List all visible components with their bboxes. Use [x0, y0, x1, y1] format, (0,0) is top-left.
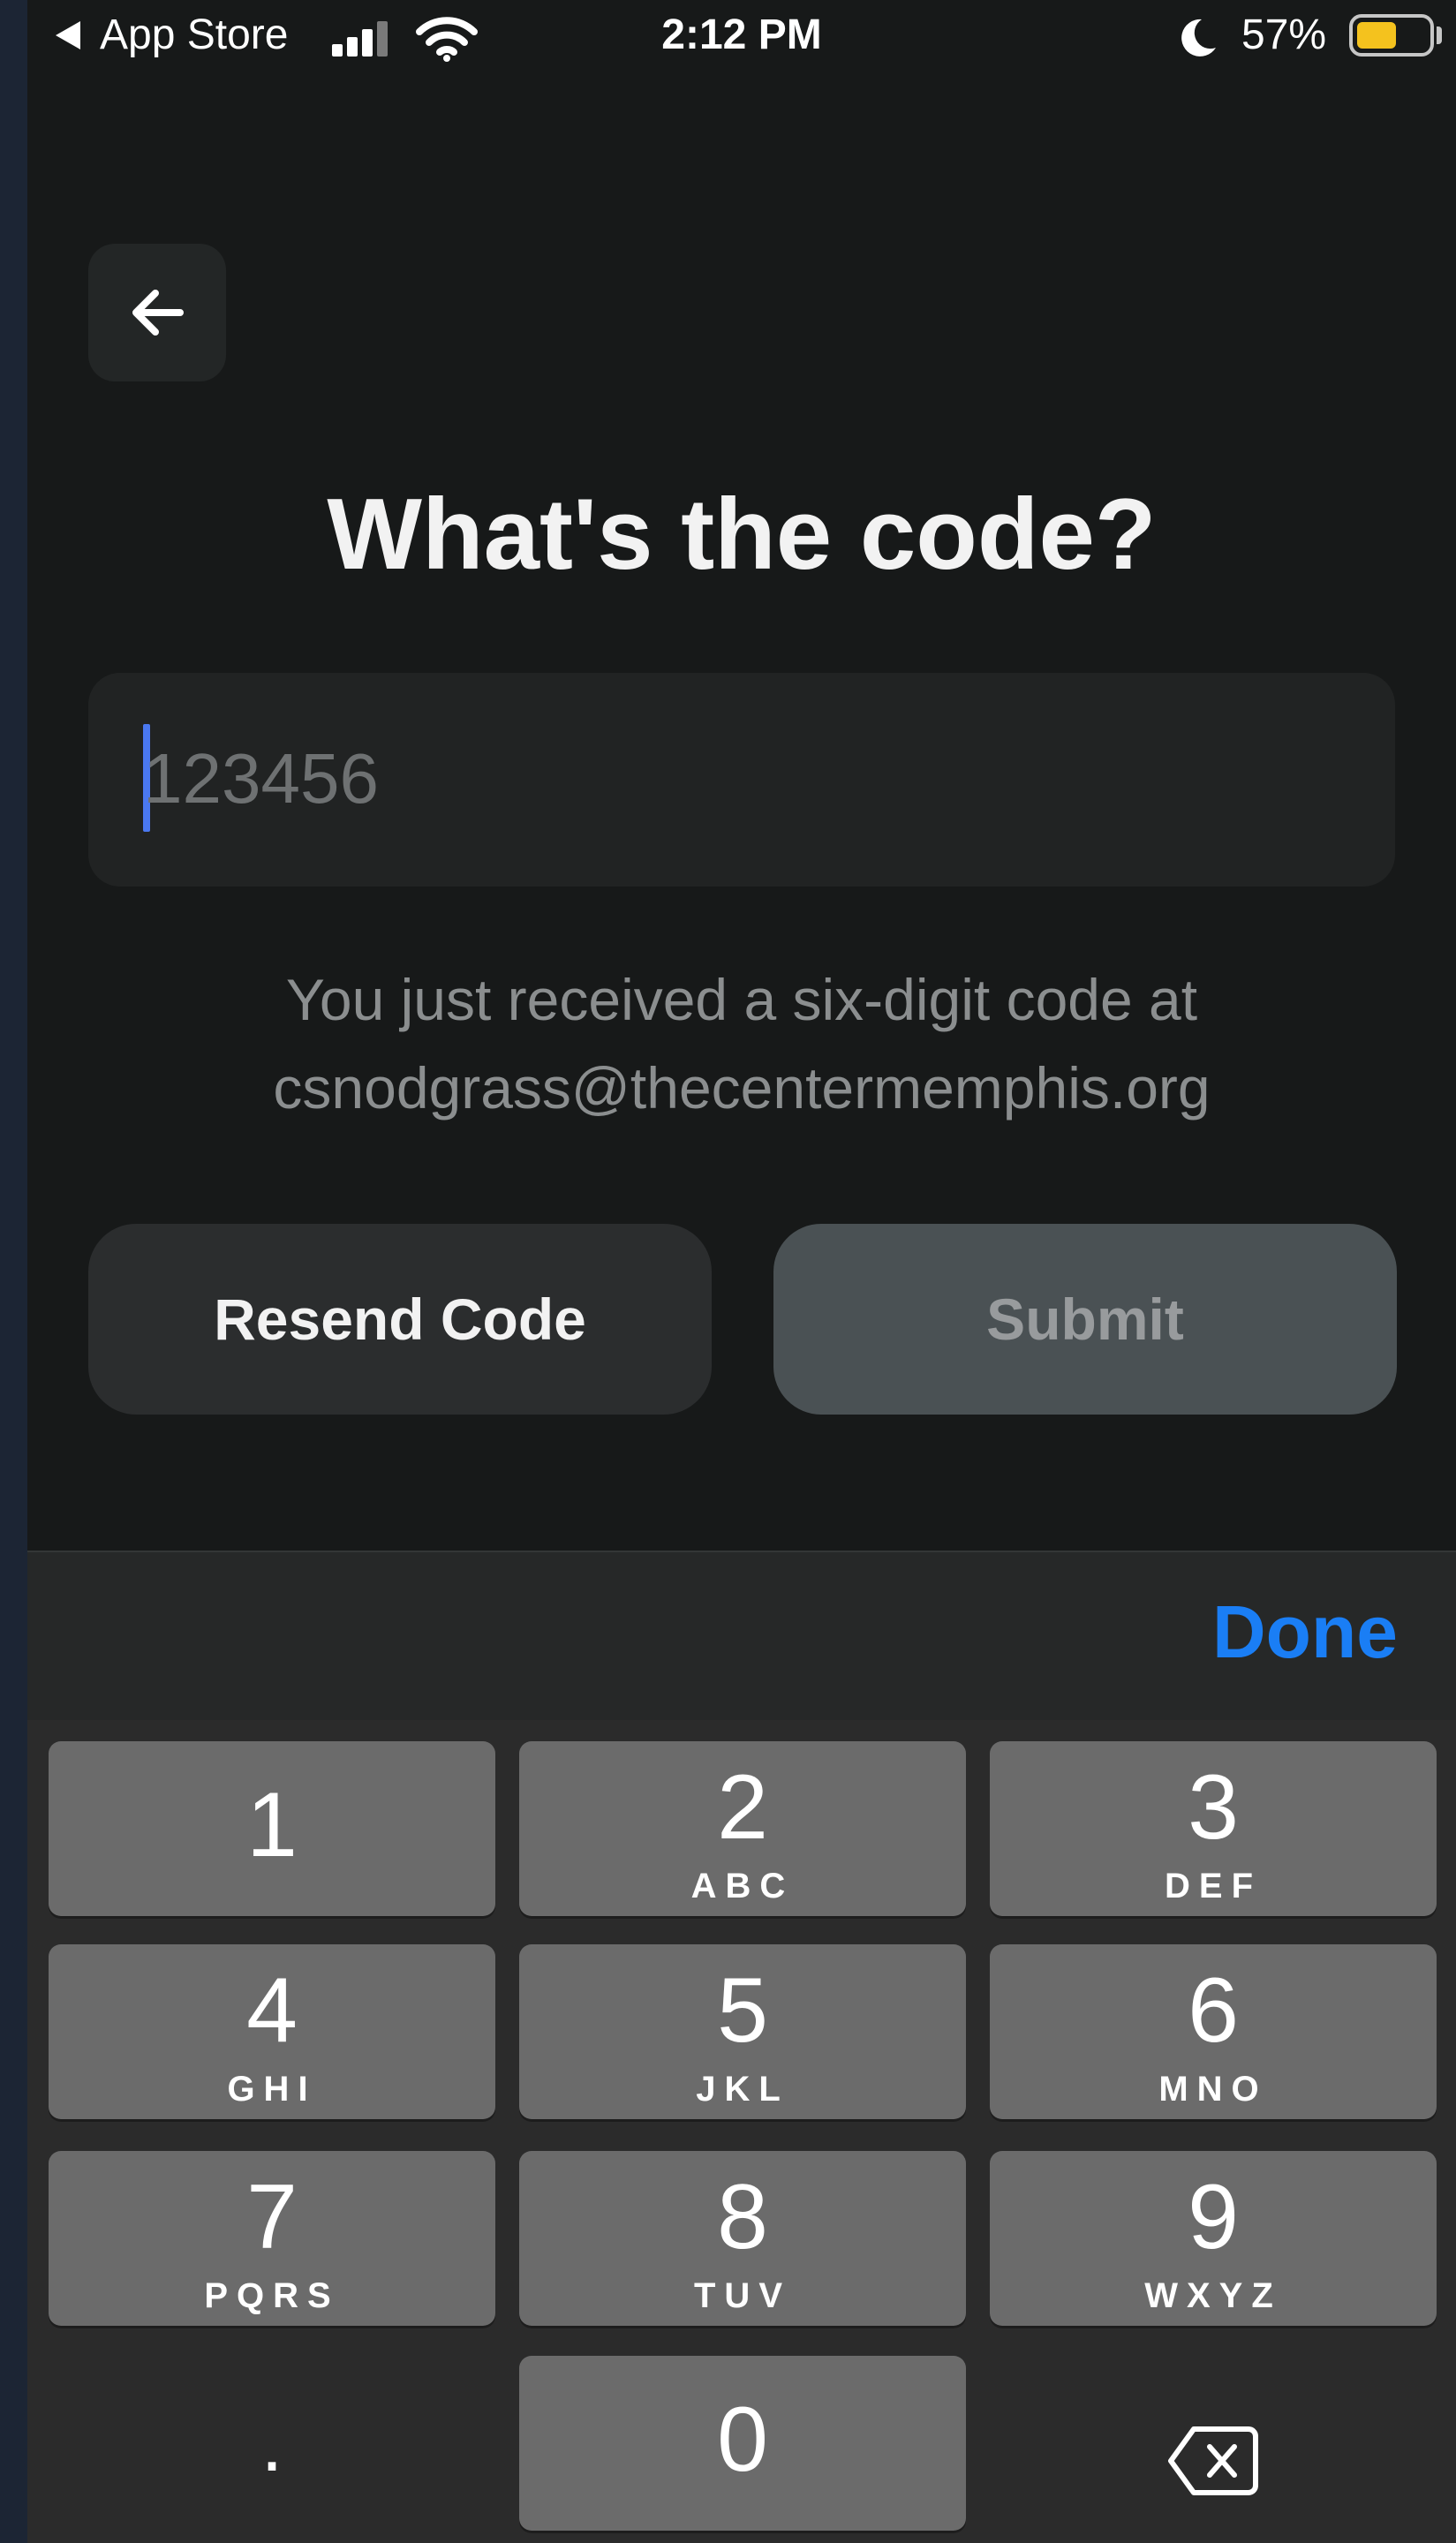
hint-line-1: You just received a six-digit code at	[285, 967, 1198, 1032]
key-digit: 7	[246, 2166, 298, 2268]
key-0[interactable]: 0	[519, 2356, 966, 2531]
battery-icon	[1349, 14, 1434, 57]
key-digit: 3	[1188, 1756, 1239, 1859]
key-digit: 5	[717, 1959, 768, 2062]
keyboard-accessory-bar: Done	[27, 1551, 1456, 1720]
key-digit: 6	[1188, 1959, 1239, 2062]
submit-button[interactable]: Submit	[773, 1224, 1397, 1415]
hint-email: csnodgrass@thecentermemphis.org	[273, 1055, 1211, 1121]
key-1[interactable]: 1	[49, 1741, 495, 1916]
key-2[interactable]: 2 ABC	[519, 1741, 966, 1916]
backspace-icon	[1168, 2426, 1258, 2495]
key-5[interactable]: 5 JKL	[519, 1944, 966, 2119]
key-3[interactable]: 3 DEF	[990, 1741, 1437, 1916]
key-6[interactable]: 6 MNO	[990, 1944, 1437, 2119]
verification-code-input[interactable]	[143, 708, 1362, 849]
code-sent-hint: You just received a six-digit code at cs…	[27, 955, 1456, 1132]
resend-code-button[interactable]: Resend Code	[88, 1224, 712, 1415]
key-8[interactable]: 8 TUV	[519, 2151, 966, 2326]
key-decimal-point[interactable]: .	[49, 2373, 495, 2543]
key-digit: 8	[717, 2166, 768, 2268]
key-letters: TUV	[694, 2276, 791, 2315]
battery-tip	[1437, 26, 1442, 44]
key-letters: ABC	[690, 1867, 795, 1905]
key-digit: 0	[717, 2388, 768, 2491]
key-digit: 4	[246, 1959, 298, 2062]
key-letters: PQRS	[204, 2276, 340, 2315]
key-letters: WXYZ	[1144, 2276, 1282, 2315]
key-digit: 9	[1188, 2166, 1239, 2268]
page-title: What's the code?	[327, 479, 1157, 591]
done-button[interactable]: Done	[1212, 1589, 1398, 1675]
key-letters: GHI	[227, 2070, 317, 2109]
key-letters: MNO	[1158, 2070, 1268, 2109]
number-keypad: 1 2 ABC 3 DEF 4 GHI 5 JKL 6 MNO 7 PQRS 8…	[27, 1720, 1456, 2543]
battery-fill	[1357, 22, 1396, 49]
arrow-left-icon	[132, 290, 184, 336]
battery-percentage: 57%	[1241, 11, 1327, 58]
key-9[interactable]: 9 WXYZ	[990, 2151, 1437, 2326]
delete-key[interactable]	[990, 2373, 1437, 2543]
back-button[interactable]	[88, 244, 226, 381]
key-digit: 2	[717, 1756, 768, 1859]
do-not-disturb-moon-icon	[1181, 19, 1216, 57]
key-4[interactable]: 4 GHI	[49, 1944, 495, 2119]
key-digit: 1	[246, 1774, 298, 1876]
verification-screen: App Store 2:12 PM 57% What's the code? 1…	[27, 0, 1456, 2543]
key-letters: JKL	[696, 2070, 789, 2109]
key-letters: DEF	[1165, 1867, 1262, 1905]
key-7[interactable]: 7 PQRS	[49, 2151, 495, 2326]
code-field-container	[88, 673, 1395, 887]
status-bar: App Store 2:12 PM 57%	[27, 0, 1456, 79]
